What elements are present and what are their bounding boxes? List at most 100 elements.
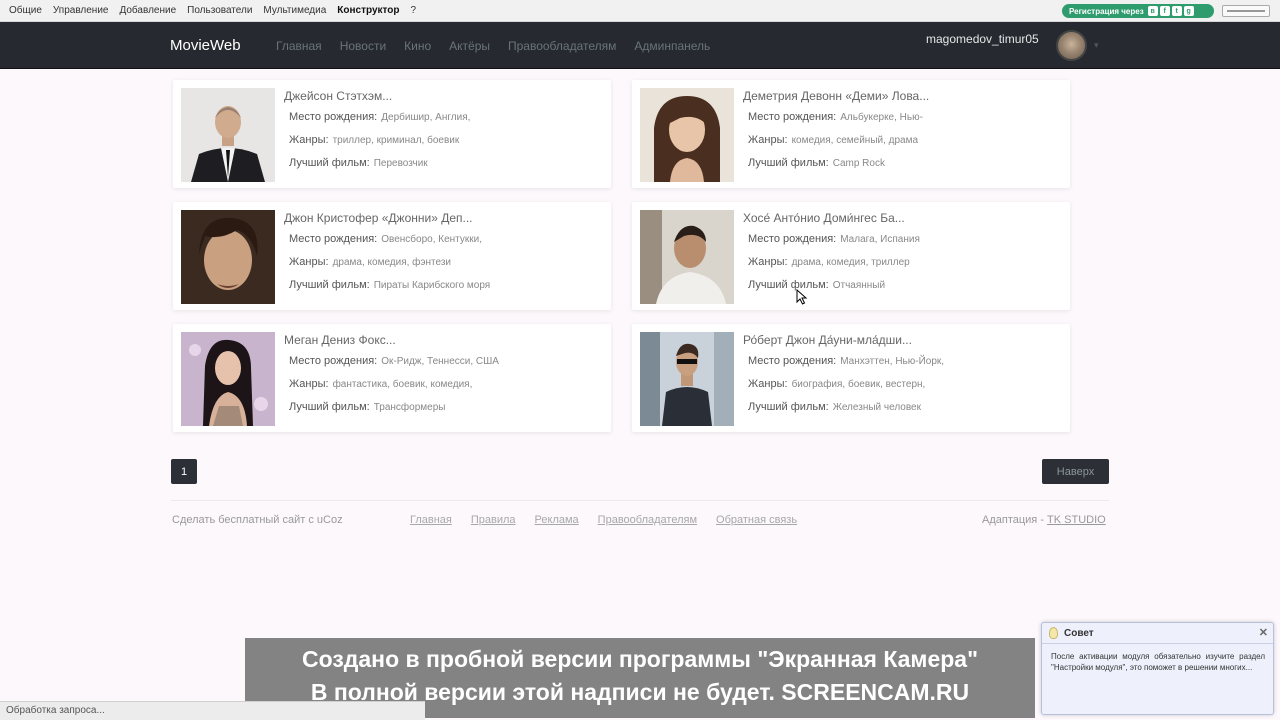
admin-menu: Общие Управление Добавление Пользователи…: [0, 5, 427, 16]
actor-card[interactable]: Деметрия Девонн «Деми» Лова... Место рож…: [632, 80, 1070, 188]
page-button-current[interactable]: 1: [171, 459, 197, 484]
best-film-row: Лучший фильм: Пираты Карибского моря: [289, 279, 490, 291]
genres-label: Жанры:: [289, 134, 329, 146]
birthplace-value: Малага, Испания: [840, 234, 920, 245]
studio-link[interactable]: TK STUDIO: [1047, 514, 1106, 526]
google-icon[interactable]: g: [1183, 6, 1194, 16]
nav-item-admin[interactable]: Админпанель: [634, 39, 710, 53]
actor-name[interactable]: Меган Дениз Фокс...: [284, 333, 396, 347]
footer-link-feedback[interactable]: Обратная связь: [716, 514, 797, 526]
best-film-row: Лучший фильм: Перевозчик: [289, 157, 428, 169]
birthplace-label: Место рождения:: [289, 111, 378, 123]
footer-links: Главная Правила Реклама Правообладателям…: [410, 514, 816, 526]
birthplace-row: Место рождения: Альбукерке, Нью-: [748, 111, 923, 123]
genres-row: Жанры: триллер, криминал, боевик: [289, 134, 459, 146]
admin-menu-users[interactable]: Пользователи: [187, 5, 252, 16]
admin-menu-constructor[interactable]: Конструктор: [337, 5, 399, 16]
genres-label: Жанры:: [748, 378, 788, 390]
best-film-label: Лучший фильм:: [289, 279, 370, 291]
admin-menu-multimedia[interactable]: Мультимедиа: [263, 5, 326, 16]
actor-name[interactable]: Хосе́ Анто́нио Доми́нгес Ба...: [743, 211, 905, 225]
actor-photo[interactable]: [640, 332, 734, 426]
footer-link-copyright[interactable]: Правообладателям: [598, 514, 697, 526]
watermark-line-1: Создано в пробной версии программы "Экра…: [302, 646, 978, 672]
best-film-value: Отчаянный: [832, 280, 886, 291]
genres-row: Жанры: биография, боевик, вестерн,: [748, 378, 925, 390]
genres-value: триллер, криминал, боевик: [332, 135, 460, 146]
nav-item-home[interactable]: Главная: [276, 39, 322, 53]
site-navbar: MovieWeb Главная Новости Кино Актёры Пра…: [0, 22, 1280, 69]
vk-icon[interactable]: в: [1147, 6, 1158, 16]
birthplace-row: Место рождения: Малага, Испания: [748, 233, 920, 245]
actor-photo[interactable]: [181, 88, 275, 182]
genres-value: драма, комедия, триллер: [791, 257, 910, 268]
genres-label: Жанры:: [289, 256, 329, 268]
site-brand[interactable]: MovieWeb: [170, 37, 241, 54]
best-film-value: Пираты Карибского моря: [373, 280, 491, 291]
actor-name[interactable]: Джейсон Стэтхэм...: [284, 89, 392, 103]
admin-menu-management[interactable]: Управление: [53, 5, 109, 16]
tip-text: После активации модуля обязательно изучи…: [1051, 652, 1265, 672]
scroll-top-button[interactable]: Наверх: [1042, 459, 1109, 484]
actor-name[interactable]: Джон Кристофер «Джонни» Деп...: [284, 211, 473, 225]
best-film-label: Лучший фильм:: [748, 401, 829, 413]
ucoz-link[interactable]: Сделать бесплатный сайт с uCoz: [172, 514, 343, 526]
genres-row: Жанры: фантастика, боевик, комедия,: [289, 378, 472, 390]
lightbulb-icon: [1049, 627, 1058, 639]
actor-photo[interactable]: [640, 210, 734, 304]
nav-item-movies[interactable]: Кино: [404, 39, 431, 53]
tip-title: Совет: [1064, 628, 1094, 639]
admin-menu-general[interactable]: Общие: [9, 5, 42, 16]
birthplace-value: Овенсборо, Кентукки,: [381, 234, 482, 245]
best-film-value: Трансформеры: [373, 402, 446, 413]
best-film-row: Лучший фильм: Camp Rock: [748, 157, 885, 169]
social-register-button[interactable]: Регистрация через в f t g: [1062, 4, 1214, 18]
birthplace-row: Место рождения: Дербишир, Англия,: [289, 111, 470, 123]
actor-photo[interactable]: [181, 332, 275, 426]
birthplace-value: Манхэттен, Нью-Йорк,: [840, 356, 945, 367]
tip-header: Совет ✕: [1042, 623, 1273, 644]
genres-label: Жанры:: [748, 134, 788, 146]
facebook-icon[interactable]: f: [1159, 6, 1170, 16]
mouse-cursor-icon: [796, 289, 808, 305]
close-icon[interactable]: ✕: [1259, 626, 1268, 639]
main-nav: Главная Новости Кино Актёры Правообладат…: [276, 39, 728, 53]
footer-link-rules[interactable]: Правила: [471, 514, 516, 526]
footer-link-ads[interactable]: Реклама: [535, 514, 579, 526]
nav-item-copyright[interactable]: Правообладателям: [508, 39, 616, 53]
genres-value: драма, комедия, фэнтези: [332, 257, 452, 268]
admin-menu-help[interactable]: ?: [411, 5, 417, 16]
admin-toolbar: Общие Управление Добавление Пользователи…: [0, 0, 1280, 22]
nav-item-actors[interactable]: Актёры: [449, 39, 490, 53]
actor-card[interactable]: Джон Кристофер «Джонни» Деп... Место рож…: [173, 202, 611, 310]
actor-photo[interactable]: [640, 88, 734, 182]
birthplace-label: Место рождения:: [748, 233, 837, 245]
nav-item-news[interactable]: Новости: [340, 39, 386, 53]
avatar[interactable]: [1056, 30, 1087, 61]
actor-photo[interactable]: [181, 210, 275, 304]
browser-status-bar: Обработка запроса...: [0, 701, 425, 720]
actor-card[interactable]: Хосе́ Анто́нио Доми́нгес Ба... Место рож…: [632, 202, 1070, 310]
genres-row: Жанры: драма, комедия, триллер: [748, 256, 910, 268]
best-film-label: Лучший фильм:: [748, 157, 829, 169]
register-label: Регистрация через: [1069, 6, 1144, 16]
admin-menu-add[interactable]: Добавление: [119, 5, 176, 16]
actor-card[interactable]: Джейсон Стэтхэм... Место рождения: Дербиш…: [173, 80, 611, 188]
twitter-icon[interactable]: t: [1171, 6, 1182, 16]
best-film-value: Железный человек: [832, 402, 921, 413]
username[interactable]: magomedov_timur05: [926, 32, 1039, 46]
toolbar-toggle[interactable]: [1222, 5, 1270, 17]
best-film-label: Лучший фильм:: [289, 157, 370, 169]
genres-row: Жанры: комедия, семейный, драма: [748, 134, 918, 146]
actor-card[interactable]: Меган Дениз Фокс... Место рождения: Ок-Ри…: [173, 324, 611, 432]
actor-name[interactable]: Ро́берт Джон Да́уни-мла́дши...: [743, 333, 912, 347]
genres-row: Жанры: драма, комедия, фэнтези: [289, 256, 451, 268]
adaptation-label: Адаптация -: [982, 514, 1044, 526]
birthplace-row: Место рождения: Овенсборо, Кентукки,: [289, 233, 482, 245]
best-film-row: Лучший фильм: Железный человек: [748, 401, 921, 413]
footer-credit: Адаптация - TK STUDIO: [982, 514, 1106, 526]
footer-link-home[interactable]: Главная: [410, 514, 452, 526]
chevron-down-icon[interactable]: ▾: [1094, 40, 1099, 51]
actor-card[interactable]: Ро́берт Джон Да́уни-мла́дши... Место рож…: [632, 324, 1070, 432]
actor-name[interactable]: Деметрия Девонн «Деми» Лова...: [743, 89, 929, 103]
